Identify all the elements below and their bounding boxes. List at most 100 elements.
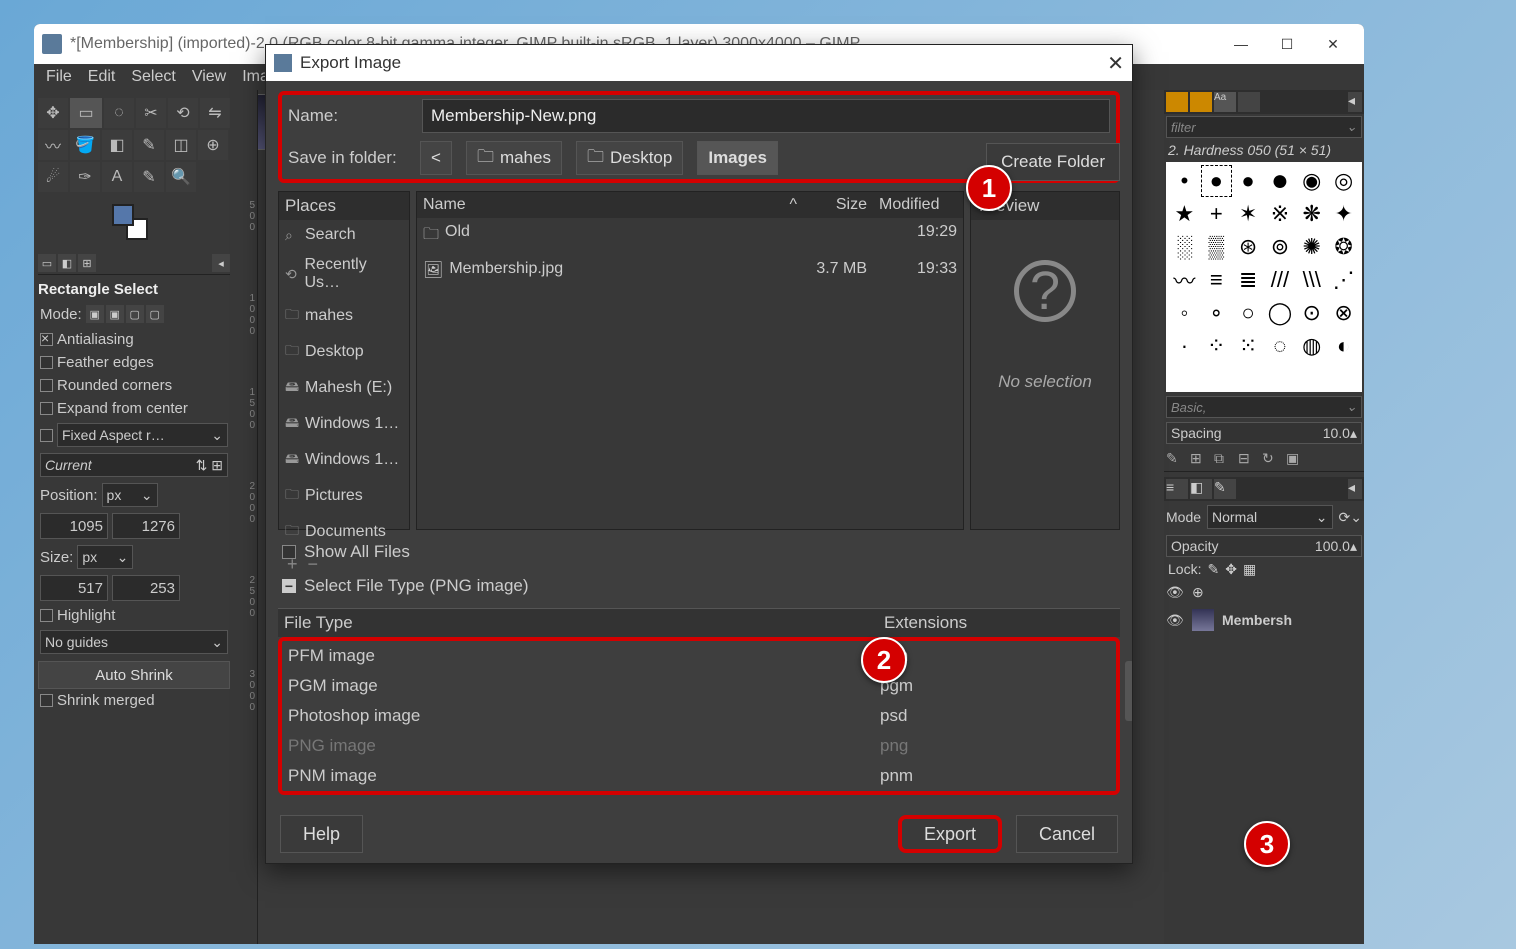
del-brush-icon[interactable]: ⊟ <box>1238 450 1256 467</box>
brush-grid[interactable]: •●●●◉◎ ★+✶※❋✦ ░▒⊛⊚✺❂ 〰≡≣///\\\⋰ ◦∘○◯⊙⊗ ·… <box>1166 162 1362 392</box>
col-modified-header[interactable]: Modified <box>873 192 963 218</box>
help-button[interactable]: Help <box>280 815 363 853</box>
fixed-checkbox[interactable] <box>40 429 53 442</box>
places-search[interactable]: ⌕Search <box>279 220 409 250</box>
places-drive[interactable]: 🖴Windows 1… <box>279 442 409 478</box>
link-icon[interactable]: ⊕ <box>1192 584 1204 601</box>
text-tool[interactable]: A <box>102 162 132 192</box>
guides-select[interactable]: No guides⌄ <box>40 630 228 654</box>
dup-brush-icon[interactable]: ⧉ <box>1214 450 1232 467</box>
refresh-brush-icon[interactable]: ↻ <box>1262 450 1280 467</box>
warp-tool[interactable]: 〰 <box>38 130 68 160</box>
col-name-header[interactable]: Name^ <box>417 192 803 218</box>
file-row[interactable]: 🖼Membership.jpg 3.7 MB 19:33 <box>417 255 963 285</box>
rounded-checkbox[interactable] <box>40 379 53 392</box>
visibility-icon[interactable]: 👁 <box>1166 612 1184 629</box>
menu-view[interactable]: View <box>186 68 232 86</box>
mode-int-icon[interactable]: ▢ <box>146 305 164 323</box>
file-row[interactable]: 🗀Old 19:29 <box>417 218 963 255</box>
layer-row[interactable]: 👁 ⊕ <box>1164 580 1364 605</box>
filetype-row[interactable]: Photoshop imagepsd <box>282 701 1116 731</box>
menu-edit[interactable]: Edit <box>82 68 122 86</box>
shrink-merged-checkbox[interactable] <box>40 694 53 707</box>
open-brush-icon[interactable]: ▣ <box>1286 450 1304 467</box>
pos-unit-select[interactable]: px⌄ <box>102 483 158 507</box>
filetype-expander[interactable]: − <box>282 579 296 593</box>
blend-mode-select[interactable]: Normal⌄ <box>1207 505 1333 529</box>
rotate-tool[interactable]: ⟲ <box>168 98 198 128</box>
size-h-input[interactable]: 253 <box>112 575 180 601</box>
auto-shrink-button[interactable]: Auto Shrink <box>38 661 230 689</box>
expand-checkbox[interactable] <box>40 402 53 415</box>
crop-tool[interactable]: ✂ <box>136 98 166 128</box>
zoom-tool[interactable]: 🔍 <box>166 162 196 192</box>
lock-pixel-icon[interactable]: ✎ <box>1207 561 1219 578</box>
fg-color[interactable] <box>112 204 134 226</box>
visibility-icon[interactable]: 👁 <box>1166 584 1184 601</box>
flip-tool[interactable]: ⇋ <box>200 98 230 128</box>
places-pictures[interactable]: 🗀Pictures <box>279 478 409 514</box>
picker-tool[interactable]: ✎ <box>134 162 164 192</box>
spacing-slider[interactable]: Spacing10.0▴ <box>1166 422 1362 444</box>
eraser-tool[interactable]: ◫ <box>166 130 196 160</box>
rect-select-tool[interactable]: ▭ <box>70 98 102 128</box>
brush-preset-select[interactable]: Basic,⌄ <box>1166 396 1362 418</box>
lock-alpha-icon[interactable]: ▦ <box>1243 561 1256 578</box>
dock-tab-2[interactable]: ◧ <box>58 254 76 272</box>
paths-tab-icon[interactable]: ✎ <box>1214 479 1236 499</box>
fixed-select[interactable]: Fixed Aspect r…⌄ <box>57 423 228 447</box>
history-tab-icon[interactable] <box>1238 92 1260 112</box>
filetype-row-selected[interactable]: PNG imagepng <box>282 731 1116 761</box>
channels-tab-icon[interactable]: ◧ <box>1190 479 1212 499</box>
mode-replace-icon[interactable]: ▣ <box>86 305 104 323</box>
clone-tool[interactable]: ⊕ <box>198 130 228 160</box>
mode-sub-icon[interactable]: ▢ <box>126 305 144 323</box>
edit-brush-icon[interactable]: ✎ <box>1166 450 1184 467</box>
places-recent[interactable]: ⟲Recently Us… <box>279 250 409 298</box>
gradient-tool[interactable]: ◧ <box>102 130 132 160</box>
show-all-checkbox[interactable] <box>282 545 296 559</box>
filename-input[interactable] <box>422 99 1110 133</box>
places-drive[interactable]: 🖴Windows 1… <box>279 406 409 442</box>
cancel-button[interactable]: Cancel <box>1016 815 1118 853</box>
mode-add-icon[interactable]: ▣ <box>106 305 124 323</box>
size-w-input[interactable]: 517 <box>40 575 108 601</box>
dock-tab-3[interactable]: ⊞ <box>78 254 96 272</box>
col-size-header[interactable]: Size <box>803 192 873 218</box>
filetype-row[interactable]: PNM imagepnm <box>282 761 1116 791</box>
highlight-checkbox[interactable] <box>40 609 53 622</box>
dock-menu-icon[interactable]: ◂ <box>1348 92 1362 112</box>
dock-menu-icon[interactable]: ◂ <box>1348 479 1362 499</box>
feather-checkbox[interactable] <box>40 356 53 369</box>
current-field[interactable]: Current⇅ ⊞ <box>40 453 228 477</box>
fonts-tab-icon[interactable]: Aa <box>1214 92 1236 112</box>
new-brush-icon[interactable]: ⊞ <box>1190 450 1208 467</box>
filter-input[interactable]: filter⌄ <box>1166 116 1362 138</box>
close-button[interactable]: ✕ <box>1310 24 1356 64</box>
path-tool[interactable]: ✑ <box>70 162 100 192</box>
menu-select[interactable]: Select <box>125 68 181 86</box>
filetype-row[interactable]: PGM imagepgm <box>282 671 1116 701</box>
places-home[interactable]: 🗀mahes <box>279 298 409 334</box>
pos-x-input[interactable]: 1095 <box>40 513 108 539</box>
maximize-button[interactable]: ☐ <box>1264 24 1310 64</box>
layers-tab-icon[interactable]: ≡ <box>1166 479 1188 499</box>
size-unit-select[interactable]: px⌄ <box>77 545 133 569</box>
antialiasing-checkbox[interactable] <box>40 333 53 346</box>
bucket-tool[interactable]: 🪣 <box>70 130 100 160</box>
dock-menu-icon[interactable]: ◂ <box>212 254 230 272</box>
col-filetype-header[interactable]: File Type <box>284 613 884 633</box>
filetype-row[interactable]: PFM imagepfm <box>282 641 1116 671</box>
free-select-tool[interactable]: ◌ <box>104 98 134 128</box>
layer-row[interactable]: 👁 Membersh <box>1164 605 1364 635</box>
pos-y-input[interactable]: 1276 <box>112 513 180 539</box>
minimize-button[interactable]: — <box>1218 24 1264 64</box>
brushes-tab-icon[interactable] <box>1166 92 1188 112</box>
menu-file[interactable]: File <box>40 68 78 86</box>
move-tool[interactable]: ✥ <box>38 98 68 128</box>
filetype-scrollbar[interactable] <box>1125 661 1132 721</box>
opacity-slider[interactable]: Opacity100.0▴ <box>1166 535 1362 557</box>
export-button[interactable]: Export <box>898 815 1002 853</box>
places-drive[interactable]: 🖴Mahesh (E:) <box>279 370 409 406</box>
dock-tab-1[interactable]: ▭ <box>38 254 56 272</box>
